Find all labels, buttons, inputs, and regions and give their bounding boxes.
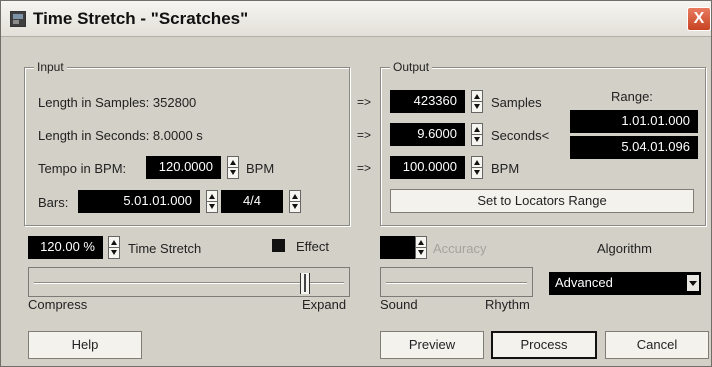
algorithm-label: Algorithm: [597, 241, 652, 256]
bars-label: Bars:: [38, 195, 69, 210]
set-to-locators-range-button[interactable]: Set to Locators Range: [390, 189, 694, 213]
bpm-label: BPM: [491, 161, 520, 176]
window-title: Time Stretch - "Scratches": [33, 9, 249, 28]
length-in-seconds-text: Length in Seconds: 8.0000 s: [38, 128, 203, 143]
app-icon: [10, 11, 26, 27]
range-start-field[interactable]: 1.01.01.000: [570, 110, 698, 133]
samples-field[interactable]: 423360: [390, 90, 465, 113]
help-button[interactable]: Help: [28, 331, 142, 359]
time-stretch-thumb[interactable]: [300, 273, 310, 294]
effect-checkbox[interactable]: [272, 239, 285, 252]
arrow-bpm: =>: [357, 161, 372, 175]
close-button[interactable]: X: [687, 7, 711, 31]
process-button[interactable]: Process: [491, 331, 597, 359]
output-group-label: Output: [390, 60, 433, 74]
range-end-field[interactable]: 5.04.01.096: [570, 136, 698, 159]
arrow-seconds: =>: [357, 128, 372, 142]
sound-label: Sound: [380, 297, 418, 312]
accuracy-spinner[interactable]: [415, 236, 427, 259]
tempo-unit-label: BPM: [246, 161, 275, 176]
accuracy-slider[interactable]: [380, 267, 533, 297]
bpm-spinner[interactable]: [471, 156, 483, 179]
input-group-label: Input: [34, 60, 67, 74]
compress-label: Compress: [28, 297, 88, 312]
bpm-field[interactable]: 100.0000: [390, 156, 465, 179]
seconds-field[interactable]: 9.6000: [390, 123, 465, 146]
tempo-spinner[interactable]: [227, 156, 239, 179]
time-stretch-slider[interactable]: [28, 267, 350, 297]
bars-spinner[interactable]: [206, 190, 218, 213]
range-label: Range:: [611, 89, 653, 104]
title-bar[interactable]: Time Stretch - "Scratches" X: [1, 1, 711, 37]
chevron-down-icon: [687, 275, 699, 291]
accuracy-track: [386, 282, 527, 284]
time-stretch-field[interactable]: 120.00 %: [28, 236, 103, 259]
time-stretch-label: Time Stretch: [128, 241, 202, 256]
samples-spinner[interactable]: [471, 90, 483, 113]
length-in-samples-text: Length in Samples: 352800: [38, 95, 197, 110]
seconds-spinner[interactable]: [471, 123, 483, 146]
preview-button[interactable]: Preview: [380, 331, 484, 359]
seconds-label: Seconds<: [491, 128, 550, 143]
samples-label: Samples: [491, 95, 542, 110]
algorithm-selected-value: Advanced: [555, 275, 613, 290]
bars-field[interactable]: 5.01.01.000: [78, 190, 200, 213]
time-stretch-spinner[interactable]: [108, 236, 120, 259]
accuracy-label: Accuracy: [433, 241, 487, 256]
tempo-label: Tempo in BPM:: [38, 161, 127, 176]
rhythm-label: Rhythm: [485, 297, 530, 312]
time-stretch-track: [34, 282, 344, 284]
signature-spinner[interactable]: [289, 190, 301, 213]
algorithm-dropdown[interactable]: Advanced: [549, 272, 701, 295]
tempo-field[interactable]: 120.0000: [146, 156, 221, 179]
cancel-button[interactable]: Cancel: [605, 331, 709, 359]
effect-label: Effect: [296, 239, 330, 254]
accuracy-field[interactable]: [380, 236, 415, 259]
expand-label: Expand: [302, 297, 347, 312]
arrow-samples: =>: [357, 95, 372, 109]
time-stretch-dialog: Time Stretch - "Scratches" X Input Lengt…: [0, 0, 712, 367]
signature-field[interactable]: 4/4: [221, 190, 283, 213]
